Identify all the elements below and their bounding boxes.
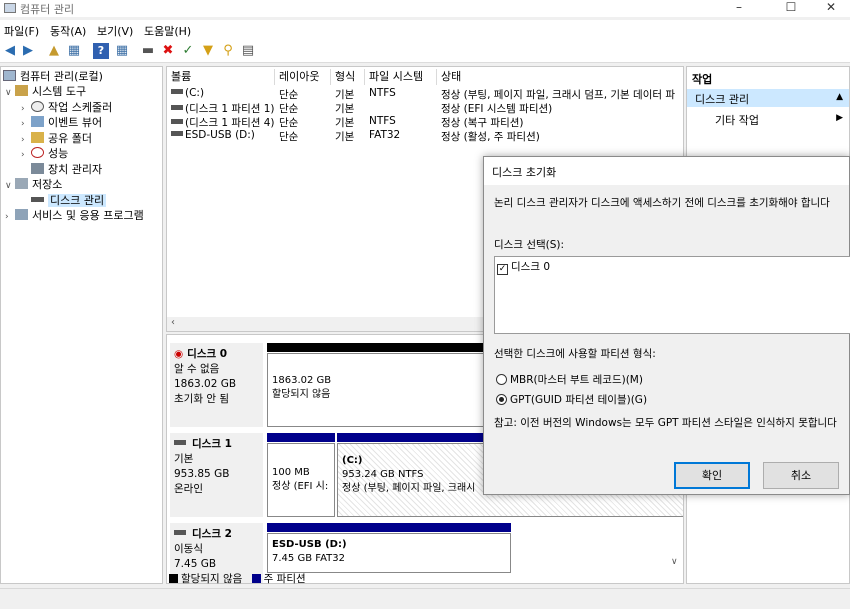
primary-partition-bar bbox=[267, 433, 335, 442]
disk-icon bbox=[31, 197, 44, 202]
window-title: 컴퓨터 관리 bbox=[20, 3, 75, 16]
chevron-right-icon[interactable]: › bbox=[21, 148, 31, 163]
volume-icon bbox=[171, 119, 183, 124]
tree-item-task-scheduler[interactable]: › 작업 스케줄러 bbox=[21, 100, 112, 115]
usb-partition[interactable]: ESD-USB (D:) 7.45 GB FAT32 bbox=[267, 533, 511, 573]
tree-item-system-tools[interactable]: ∨ 시스템 도구 bbox=[5, 84, 86, 99]
disk-icon bbox=[174, 440, 186, 445]
actions-header: 작업 bbox=[692, 73, 713, 86]
close-button[interactable]: ✕ bbox=[808, 0, 850, 17]
connect-icon[interactable]: ▬ bbox=[140, 43, 156, 59]
properties-icon[interactable]: ▦ bbox=[114, 43, 130, 59]
volume-icon bbox=[171, 105, 183, 110]
table-row[interactable]: ESD-USB (D:) 단순 기본 FAT32 정상 (활성, 주 파티션) bbox=[167, 129, 683, 143]
menu-file[interactable]: 파일(F) bbox=[4, 23, 39, 39]
tools-icon bbox=[15, 85, 28, 96]
column-header-filesystem[interactable]: 파일 시스템 bbox=[365, 69, 437, 85]
shared-folder-icon bbox=[31, 132, 44, 143]
partition-style-label: 선택한 디스크에 사용할 파티션 형식: bbox=[494, 348, 656, 360]
initialize-disk-dialog: 디스크 초기화 논리 디스크 관리자가 디스크에 액세스하기 전에 디스크를 초… bbox=[483, 156, 850, 495]
collapse-icon[interactable]: ▲ bbox=[836, 92, 843, 102]
unallocated-swatch bbox=[169, 574, 178, 583]
disk-warning-icon: ◉ bbox=[174, 348, 184, 360]
list-view-icon[interactable]: ▤ bbox=[240, 43, 256, 59]
volume-icon bbox=[171, 131, 183, 136]
radio-selected-icon[interactable] bbox=[496, 394, 507, 405]
show-hide-tree-icon[interactable]: ▦ bbox=[66, 43, 82, 59]
computer-icon bbox=[3, 70, 16, 81]
minimize-button[interactable]: – bbox=[716, 0, 762, 17]
help-icon[interactable]: ? bbox=[93, 43, 109, 59]
primary-swatch bbox=[251, 574, 261, 583]
search-icon[interactable]: ⚲ bbox=[220, 43, 236, 59]
column-header-status[interactable]: 상태 bbox=[437, 69, 683, 85]
tree-item-shared-folders[interactable]: › 공유 폴더 bbox=[21, 131, 92, 146]
storage-icon bbox=[15, 178, 28, 189]
services-icon bbox=[15, 209, 28, 220]
radio-icon[interactable] bbox=[496, 374, 507, 385]
chevron-down-icon[interactable]: ∨ bbox=[5, 86, 15, 101]
back-icon[interactable]: ◀ bbox=[2, 43, 18, 59]
tree-item-event-viewer[interactable]: › 이벤트 뷰어 bbox=[21, 115, 102, 130]
menu-bar: 파일(F) 동작(A) 보기(V) 도움말(H) bbox=[0, 20, 850, 40]
primary-partition-bar bbox=[267, 523, 511, 532]
gpt-radio[interactable]: GPT(GUID 파티션 테이블)(G) bbox=[496, 392, 647, 407]
checkbox-checked-icon[interactable]: ✓ bbox=[497, 264, 508, 275]
cancel-button[interactable]: 취소 bbox=[763, 462, 839, 489]
efi-partition[interactable]: 100 MB 정상 (EFI 시: bbox=[267, 443, 335, 517]
submenu-arrow-icon: ▶ bbox=[836, 113, 843, 123]
chevron-down-icon[interactable]: ∨ bbox=[5, 179, 15, 194]
dialog-message: 논리 디스크 관리자가 디스크에 액세스하기 전에 디스크를 초기화해야 합니다 bbox=[494, 197, 830, 209]
chevron-right-icon[interactable]: › bbox=[5, 210, 15, 225]
check-icon[interactable]: ✓ bbox=[180, 43, 196, 59]
actions-section-disk-management[interactable]: 디스크 관리 ▲ bbox=[687, 89, 849, 107]
tree-item-computer-management[interactable]: 컴퓨터 관리(로컬) bbox=[3, 69, 103, 84]
dialog-title: 디스크 초기화 bbox=[484, 157, 849, 185]
menu-help[interactable]: 도움말(H) bbox=[144, 23, 191, 39]
menu-action[interactable]: 동작(A) bbox=[50, 23, 86, 39]
tree-item-storage[interactable]: ∨ 저장소 bbox=[5, 177, 62, 192]
actions-more[interactable]: 기타 작업 ▶ bbox=[687, 110, 849, 128]
forward-icon[interactable]: ▶ bbox=[20, 43, 36, 59]
scroll-left-icon[interactable]: ‹ bbox=[171, 317, 175, 328]
disk-0-checkbox-item[interactable]: ✓ 디스크 0 bbox=[497, 259, 550, 275]
menu-view[interactable]: 보기(V) bbox=[97, 23, 133, 39]
delete-icon[interactable]: ✖ bbox=[160, 43, 176, 59]
dialog-note: 참고: 이전 버전의 Windows는 모두 GPT 파티션 스타일은 인식하지… bbox=[494, 417, 837, 429]
clock-icon bbox=[31, 101, 44, 112]
column-header-type[interactable]: 형식 bbox=[331, 69, 365, 85]
mbr-radio[interactable]: MBR(마스터 부트 레코드)(M) bbox=[496, 372, 643, 387]
tree-item-services-applications[interactable]: › 서비스 및 응용 프로그램 bbox=[5, 208, 144, 223]
disk-0-label[interactable]: ◉ 디스크 0 알 수 없음 1863.02 GB 초기화 안 됨 bbox=[170, 343, 263, 427]
table-row[interactable]: (C:) 단순 기본 NTFS 정상 (부팅, 페이지 파일, 크래시 덤프, … bbox=[167, 87, 683, 101]
volume-icon bbox=[171, 89, 183, 94]
device-manager-icon bbox=[31, 163, 44, 174]
title-bar: 컴퓨터 관리 – ☐ ✕ bbox=[0, 0, 850, 17]
navigation-tree: 컴퓨터 관리(로컬) ∨ 시스템 도구 › 작업 스케줄러 › 이벤트 뷰어 › 공유 … bbox=[0, 66, 163, 584]
chevron-right-icon[interactable]: › bbox=[21, 117, 31, 132]
performance-icon bbox=[31, 147, 44, 158]
up-folder-icon[interactable]: ▲ bbox=[46, 43, 62, 59]
legend: 할당되지 않음 주 파티션 bbox=[169, 571, 306, 585]
computer-management-icon bbox=[4, 3, 16, 13]
ok-button[interactable]: 확인 bbox=[674, 462, 750, 489]
import-icon[interactable]: ▼ bbox=[200, 43, 216, 59]
disk-icon bbox=[174, 530, 186, 535]
select-disk-label: 디스크 선택(S): bbox=[494, 239, 565, 251]
toolbar: ◀ ▶ ▲ ▦ ? ▦ ▬ ✖ ✓ ▼ ⚲ ▤ bbox=[0, 40, 850, 63]
table-row[interactable]: (디스크 1 파티션 4) 단순 기본 NTFS 정상 (복구 파티션) bbox=[167, 115, 683, 129]
column-header-volume[interactable]: 볼륨 bbox=[167, 69, 275, 85]
event-viewer-icon bbox=[31, 116, 44, 127]
column-header-layout[interactable]: 레이아웃 bbox=[275, 69, 331, 85]
status-bar bbox=[0, 588, 850, 609]
disk-select-list[interactable]: ✓ 디스크 0 bbox=[494, 256, 850, 334]
disk-1-label[interactable]: 디스크 1 기본 953.85 GB 온라인 bbox=[170, 433, 263, 517]
tree-item-device-manager[interactable]: 장치 관리자 bbox=[31, 162, 102, 177]
table-row[interactable]: (디스크 1 파티션 1) 단순 기본 정상 (EFI 시스템 파티션) bbox=[167, 101, 683, 115]
tree-item-disk-management[interactable]: 디스크 관리 bbox=[31, 193, 107, 208]
scroll-down-icon[interactable]: ∨ bbox=[671, 557, 678, 567]
tree-item-performance[interactable]: › 성능 bbox=[21, 146, 68, 161]
